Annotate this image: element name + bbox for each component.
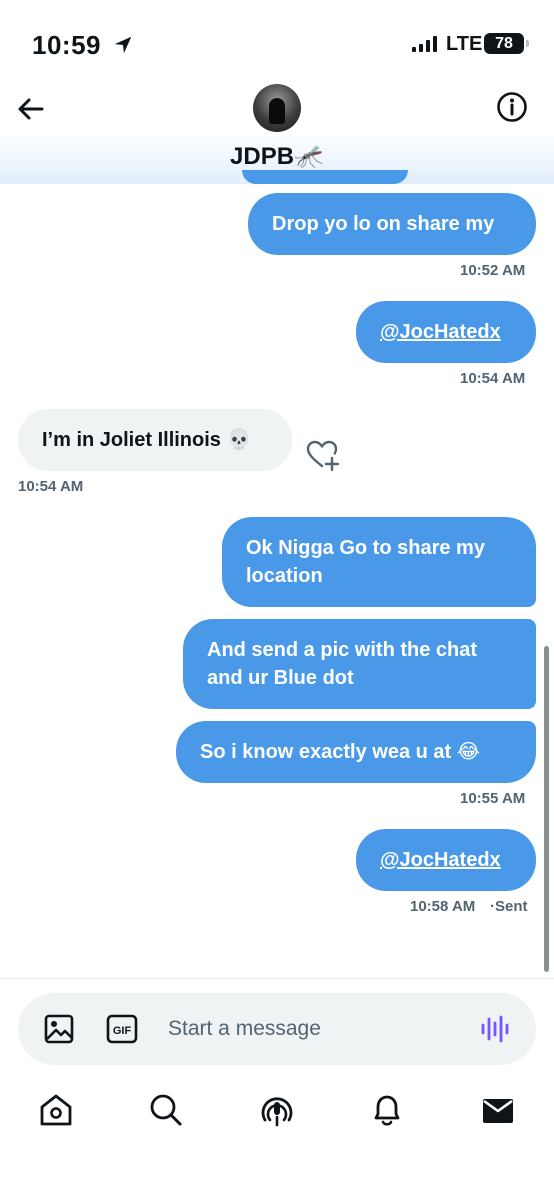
message-bubble-sent[interactable]: @JocHatedx: [356, 829, 536, 891]
add-reaction-icon[interactable]: [305, 439, 341, 473]
network-type: LTE: [446, 33, 483, 55]
notifications-icon[interactable]: [367, 1090, 407, 1130]
message-timestamp: 10:55 AM: [460, 790, 526, 807]
gif-label: GIF: [113, 1025, 132, 1037]
info-icon[interactable]: [495, 90, 529, 124]
status-time: 10:59: [32, 30, 101, 60]
divider: [0, 978, 554, 979]
message-bubble-sent[interactable]: And send a pic with the chat and ur Blue…: [183, 619, 536, 709]
home-indicator: [0, 1184, 554, 1200]
message-timestamp: 10:58 AM: [410, 898, 476, 915]
message-bubble-sent[interactable]: Ok Nigga Go to share my location: [222, 517, 536, 607]
message-timestamp: 10:54 AM: [18, 478, 84, 495]
message-text: So i know exactly wea u at 😂: [200, 741, 481, 763]
message-bubble-sent[interactable]: So i know exactly wea u at 😂: [176, 721, 536, 783]
conversation-header: JDPB🦟: [0, 72, 554, 184]
mention-link[interactable]: @JocHatedx: [380, 849, 501, 871]
back-arrow-icon[interactable]: [14, 92, 48, 126]
gif-icon[interactable]: GIF: [106, 1014, 138, 1044]
scrollbar[interactable]: [544, 646, 549, 972]
voice-message-icon[interactable]: [478, 1013, 512, 1045]
spaces-icon[interactable]: [257, 1090, 297, 1130]
home-icon[interactable]: [36, 1090, 76, 1130]
message-composer: GIF: [18, 993, 536, 1065]
message-timestamp: 10:52 AM: [460, 262, 526, 279]
tab-bar: [0, 1090, 554, 1138]
battery-icon: 78: [484, 33, 529, 54]
location-arrow-icon: [114, 36, 132, 54]
contact-avatar[interactable]: [253, 84, 301, 132]
message-status: ·Sent: [490, 898, 528, 915]
messages-icon[interactable]: [478, 1090, 518, 1130]
message-text: I’m in Joliet Illinois 💀: [42, 429, 252, 451]
message-bubble-sent[interactable]: @JocHatedx: [356, 301, 536, 363]
mention-link[interactable]: @JocHatedx: [380, 321, 501, 343]
image-icon[interactable]: [42, 1012, 76, 1046]
contact-name[interactable]: JDPB🦟: [0, 142, 554, 171]
message-timestamp: 10:54 AM: [460, 370, 526, 387]
message-text: Drop yo lo on share my: [272, 213, 495, 235]
message-text: And send a pic with the chat and ur Blue…: [207, 639, 478, 689]
message-bubble-sent[interactable]: Drop yo lo on share my: [248, 193, 536, 255]
message-input[interactable]: [168, 1013, 458, 1045]
search-icon[interactable]: [146, 1090, 186, 1130]
signal-strength-icon: [412, 36, 437, 52]
message-text: Ok Nigga Go to share my location: [246, 537, 485, 587]
previous-message-bubble: [242, 170, 408, 184]
message-bubble-received[interactable]: I’m in Joliet Illinois 💀: [18, 409, 292, 471]
